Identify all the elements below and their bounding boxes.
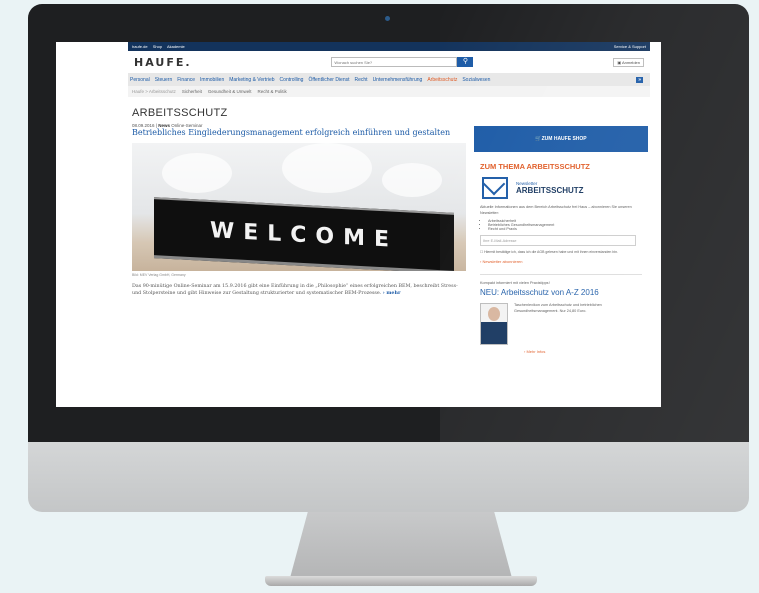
nav-marketing[interactable]: Marketing & Vertrieb <box>229 77 274 83</box>
welcome-sign-text: WELCOME <box>209 217 399 253</box>
article-image[interactable]: WELCOME <box>132 142 466 271</box>
haufe-logo[interactable]: HAUFE. <box>134 56 192 69</box>
monitor-screen: haufe.de Shop Akademie Service & Support… <box>56 42 661 407</box>
email-field[interactable]: Ihre E-Mail-Adresse <box>480 235 636 247</box>
product-more-label: Mehr Infos <box>526 349 546 355</box>
book-cover[interactable] <box>480 303 508 346</box>
newsletter-desc: Aktuelle Informationen aus dem Bereich A… <box>480 205 632 215</box>
subscribe-label: Newsletter abonnieren <box>482 259 523 265</box>
consent-text: Hiermit bestätige ich, dass ich die AGB … <box>484 250 618 255</box>
shop-label: ZUM HAUFE SHOP <box>541 136 587 142</box>
search-bar: ⚲ <box>331 57 474 67</box>
main-nav: Personal Steuern Finance Immobilien Mark… <box>128 73 650 86</box>
login-label: Anmelden <box>621 59 640 65</box>
nav-unternehmensfuehrung[interactable]: Unternehmensführung <box>373 77 423 83</box>
article-headline[interactable]: Betriebliches Eingliederungsmanagement e… <box>132 127 452 139</box>
website: haufe.de Shop Akademie Service & Support… <box>128 42 650 407</box>
divider <box>480 274 642 276</box>
main-column: Betriebliches Eingliederungsmanagement e… <box>128 122 468 304</box>
welcome-sign: WELCOME <box>154 196 454 271</box>
sidebar-title: ZUM THEMA ARBEITSSCHUTZ <box>480 162 590 171</box>
product-box: Taschenlexikon zum Arbeitsschutz und bet… <box>480 303 642 346</box>
subnav-sicherheit[interactable]: Sicherheit <box>182 89 202 94</box>
nav-recht[interactable]: Recht <box>355 77 368 83</box>
author-photo <box>488 307 500 322</box>
camera-icon <box>385 16 390 21</box>
monitor-stand <box>290 512 512 578</box>
newsletter-list: Arbeitssicherheit Betriebliches Gesundhe… <box>480 219 642 231</box>
more-label: mehr <box>386 290 401 297</box>
top-bar: haufe.de Shop Akademie Service & Support <box>128 42 650 51</box>
nav-personal[interactable]: Personal <box>130 77 150 83</box>
kompakt-text: Kompakt informiert mit vielen Praxistipp… <box>480 281 550 286</box>
login-button[interactable]: ▣ Anmelden <box>613 57 644 67</box>
subscribe-link[interactable]: › Newsletter abonnieren <box>480 259 642 264</box>
page-title: ARBEITSSCHUTZ <box>132 107 228 119</box>
more-link[interactable]: › mehr <box>383 290 401 296</box>
search-button[interactable]: ⚲ <box>457 57 474 67</box>
envelope-icon <box>482 177 508 199</box>
search-icon: ⚲ <box>462 58 468 65</box>
product-more-link[interactable]: › Mehr Infos <box>524 349 598 354</box>
topbar-link-shop[interactable]: Shop <box>153 44 162 49</box>
topbar-link-akademie[interactable]: Akademie <box>167 44 185 49</box>
newsletter-title: ARBEITSSCHUTZ <box>516 186 584 195</box>
sub-nav: Haufe > Arbeitsschutz Sicherheit Gesundh… <box>128 86 650 97</box>
product-title[interactable]: NEU: Arbeitsschutz von A-Z 2016 <box>480 288 642 297</box>
nav-finance[interactable]: Finance <box>177 77 195 83</box>
nav-more-icon[interactable]: » <box>636 76 643 83</box>
teaser-text: Das 90-minütige Online-Seminar am 15.9.2… <box>132 283 458 297</box>
service-link[interactable]: Service & Support <box>614 44 646 49</box>
breadcrumb[interactable]: Haufe > Arbeitsschutz <box>132 89 176 94</box>
product-desc: Taschenlexikon zum Arbeitsschutz und bet… <box>514 303 602 313</box>
monitor-base <box>265 576 537 586</box>
image-caption: Bild: MEV Verlag GmbH, Germany <box>132 272 186 277</box>
monitor-chin <box>28 442 749 512</box>
subnav-recht[interactable]: Recht & Politik <box>257 89 286 94</box>
shop-button[interactable]: 🛒 ZUM HAUFE SHOP <box>474 126 648 152</box>
sidebar: 🛒 ZUM HAUFE SHOP ZUM THEMA ARBEITSSCHUTZ… <box>474 126 648 358</box>
nav-sozialwesen[interactable]: Sozialwesen <box>462 77 490 83</box>
brand-row: HAUFE. ⚲ ▣ Anmelden <box>128 51 650 73</box>
article-teaser: Das 90-minütige Online-Seminar am 15.9.2… <box>132 283 462 298</box>
consent-checkbox[interactable]: ☐ Hiermit bestätige ich, dass ich die AG… <box>480 250 642 255</box>
topbar-link-haufe[interactable]: haufe.de <box>132 44 148 49</box>
nav-arbeitsschutz[interactable]: Arbeitsschutz <box>427 77 457 83</box>
nav-controlling[interactable]: Controlling <box>280 77 304 83</box>
nav-immobilien[interactable]: Immobilien <box>200 77 224 83</box>
search-input[interactable] <box>331 57 458 67</box>
subnav-gesundheit[interactable]: Gesundheit & Umwelt <box>208 89 252 94</box>
nav-steuern[interactable]: Steuern <box>155 77 173 83</box>
nav-oeffentlicher-dienst[interactable]: Öffentlicher Dienst <box>308 77 349 83</box>
newsletter-header: Newsletter ARBEITSSCHUTZ <box>482 177 640 199</box>
list-item: Recht und Praxis <box>488 227 642 231</box>
